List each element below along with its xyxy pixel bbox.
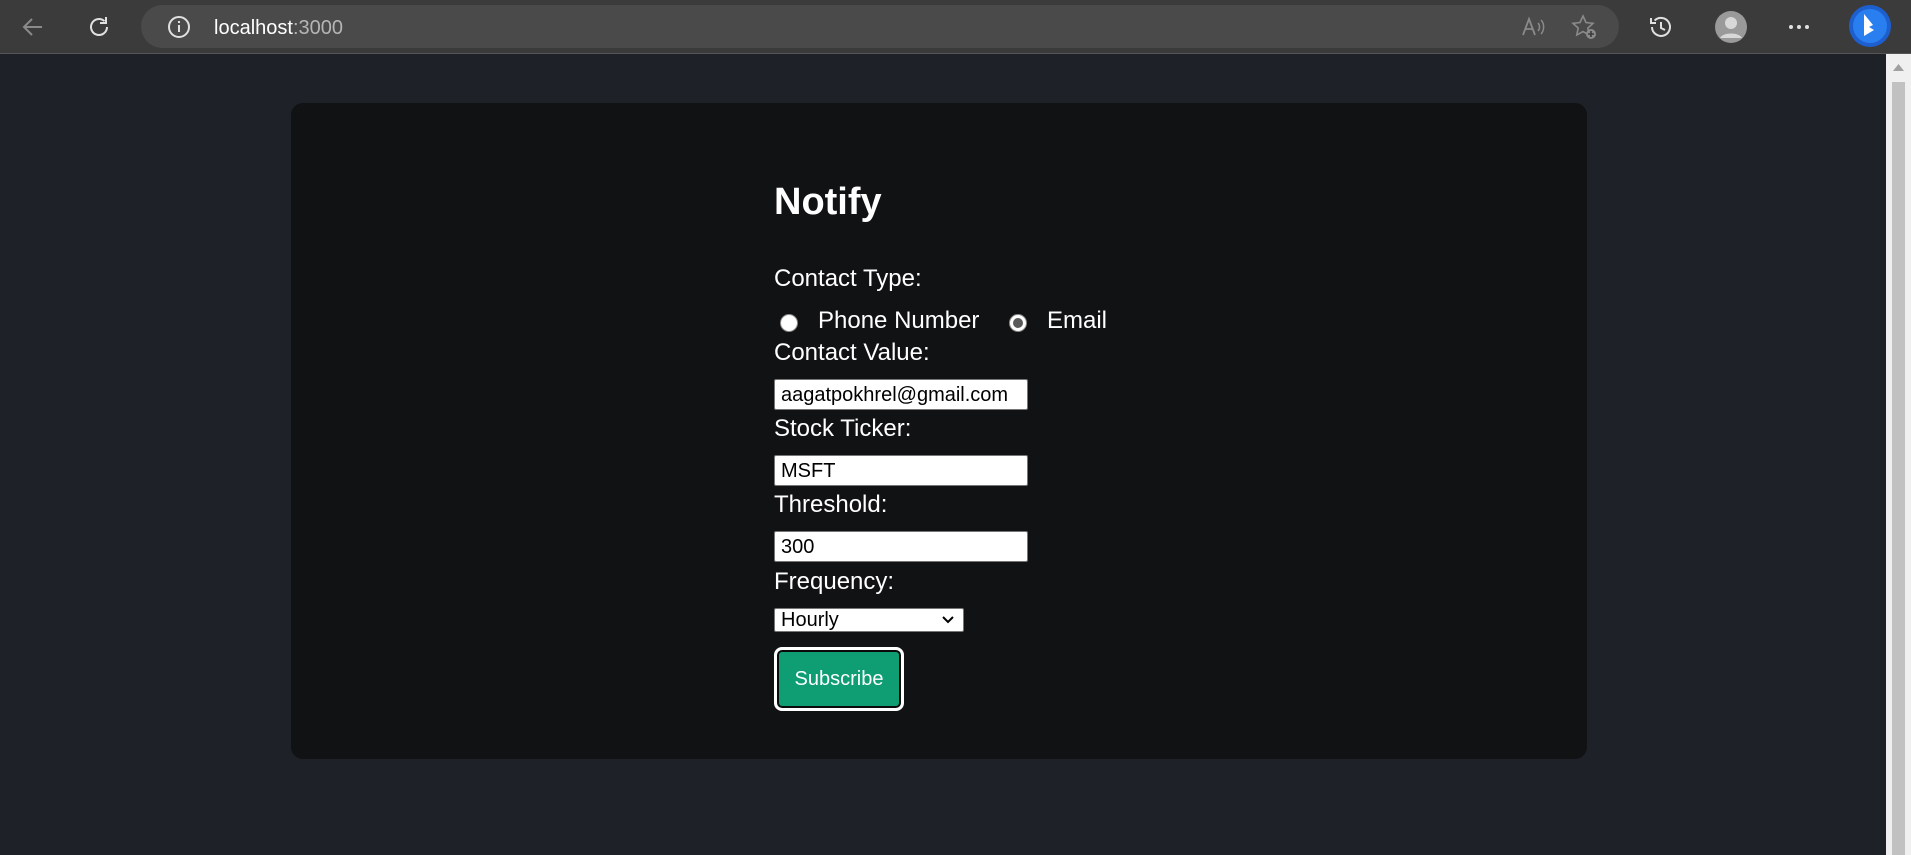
- history-button[interactable]: [1643, 9, 1679, 45]
- browser-toolbar: localhost:3000: [0, 0, 1911, 54]
- more-menu-button[interactable]: [1781, 9, 1817, 45]
- back-arrow-icon: [22, 18, 42, 36]
- page-viewport: Notify Contact Type: Phone Number Email …: [0, 54, 1886, 855]
- vertical-scrollbar[interactable]: [1886, 54, 1911, 855]
- contact-type-label: Contact Type:: [774, 265, 922, 292]
- scroll-up-arrow-icon[interactable]: [1892, 62, 1905, 72]
- history-icon: [1650, 16, 1671, 37]
- threshold-input[interactable]: 300: [774, 531, 1028, 562]
- copilot-button[interactable]: [1846, 2, 1894, 50]
- frequency-label: Frequency:: [774, 568, 895, 595]
- bing-copilot-icon: [1849, 5, 1891, 47]
- address-bar[interactable]: localhost:3000: [141, 5, 1619, 48]
- radio-phone-number-label[interactable]: Phone Number: [818, 307, 979, 335]
- more-dots-icon: [1789, 25, 1809, 29]
- stock-ticker-input[interactable]: MSFT: [774, 455, 1028, 486]
- page-title: Notify: [774, 181, 882, 223]
- radio-email[interactable]: [1009, 314, 1027, 332]
- favorites-add-icon[interactable]: [1571, 14, 1599, 42]
- back-button[interactable]: [15, 9, 51, 45]
- contact-value-input[interactable]: aagatpokhrel@gmail.com: [774, 379, 1028, 410]
- stock-ticker-label: Stock Ticker:: [774, 415, 912, 442]
- refresh-icon: [90, 17, 108, 36]
- profile-button[interactable]: [1713, 9, 1749, 45]
- scroll-thumb[interactable]: [1892, 82, 1905, 855]
- info-icon[interactable]: [167, 15, 191, 39]
- radio-email-label[interactable]: Email: [1047, 307, 1107, 335]
- frequency-select[interactable]: Hourly: [774, 608, 964, 632]
- url-text: localhost:3000: [214, 17, 343, 39]
- refresh-button[interactable]: [81, 9, 117, 45]
- contact-value-label: Contact Value:: [774, 339, 930, 366]
- subscribe-button[interactable]: Subscribe: [774, 647, 904, 711]
- chevron-down-icon: [942, 616, 954, 624]
- threshold-label: Threshold:: [774, 491, 888, 518]
- notify-card: Notify Contact Type: Phone Number Email …: [291, 103, 1587, 759]
- avatar-icon: [1715, 11, 1747, 43]
- read-aloud-icon[interactable]: [1521, 15, 1547, 39]
- frequency-selected-value: Hourly: [781, 609, 839, 631]
- radio-phone-number[interactable]: [780, 314, 798, 332]
